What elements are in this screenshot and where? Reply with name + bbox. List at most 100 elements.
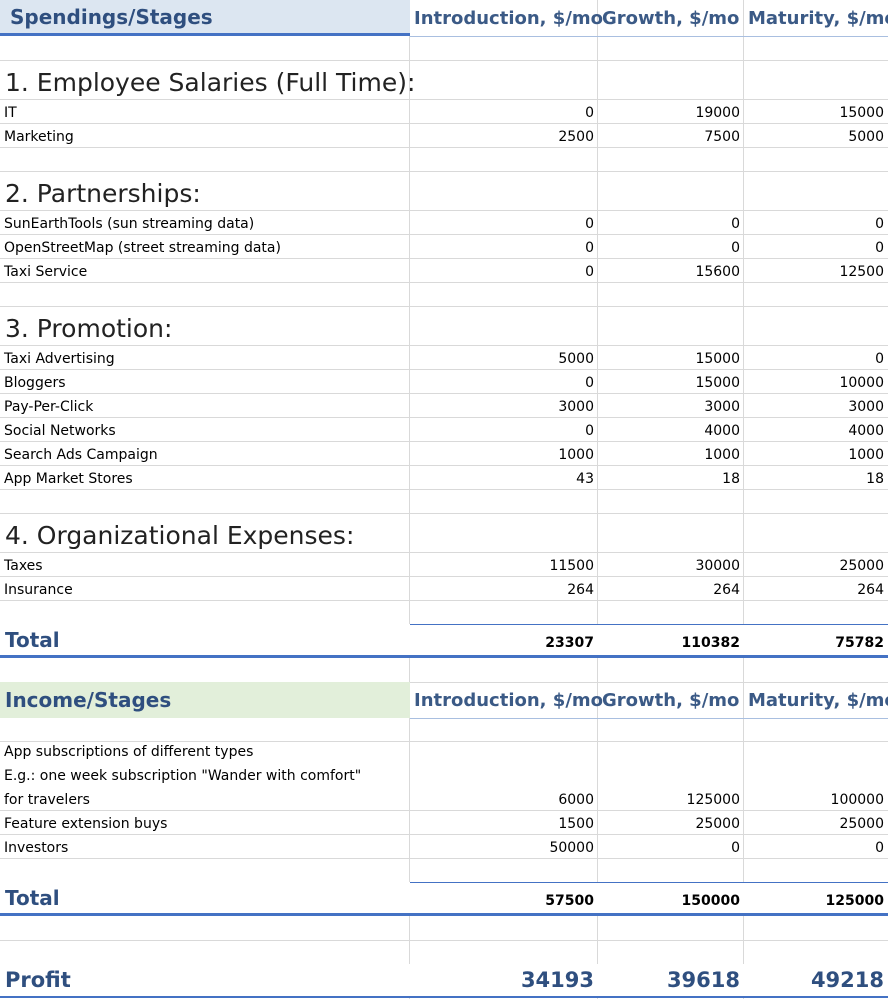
cell-introduction[interactable]: 43 bbox=[410, 465, 598, 489]
section-title-organizational[interactable]: 4. Organizational Expenses: bbox=[0, 513, 410, 552]
row-label[interactable]: Marketing bbox=[0, 123, 410, 147]
profit-maturity[interactable]: 49218 bbox=[744, 964, 888, 998]
row-label[interactable]: SunEarthTools (sun streaming data) bbox=[0, 210, 410, 234]
cell-maturity[interactable]: 100000 bbox=[744, 786, 888, 810]
col-header-maturity[interactable]: Maturity, $/mo bbox=[744, 0, 888, 36]
cell-maturity[interactable]: 12500 bbox=[744, 258, 888, 282]
cell-introduction[interactable]: 3000 bbox=[410, 393, 598, 417]
col-header-maturity[interactable]: Maturity, $/mo bbox=[744, 682, 888, 718]
row-label[interactable]: Taxi Advertising bbox=[0, 345, 410, 369]
cell-maturity[interactable]: 0 bbox=[744, 345, 888, 369]
cell-growth[interactable]: 19000 bbox=[598, 99, 744, 123]
income-header-row: Income/Stages Introduction, $/mo Growth,… bbox=[0, 682, 888, 718]
cell-introduction[interactable]: 11500 bbox=[410, 552, 598, 576]
cell-introduction[interactable]: 0 bbox=[410, 234, 598, 258]
cell-maturity[interactable]: 264 bbox=[744, 576, 888, 600]
row-label[interactable]: Search Ads Campaign bbox=[0, 441, 410, 465]
total-introduction[interactable]: 57500 bbox=[410, 882, 598, 916]
spendings-title[interactable]: Spendings/Stages bbox=[0, 0, 410, 36]
cell-introduction[interactable]: 50000 bbox=[410, 834, 598, 858]
row-label[interactable]: E.g.: one week subscription "Wander with… bbox=[0, 762, 410, 786]
table-row: E.g.: one week subscription "Wander with… bbox=[0, 762, 888, 786]
cell-growth[interactable]: 15600 bbox=[598, 258, 744, 282]
cell-introduction[interactable]: 0 bbox=[410, 258, 598, 282]
cell-growth[interactable]: 18 bbox=[598, 465, 744, 489]
cell-growth[interactable]: 1000 bbox=[598, 441, 744, 465]
cell-growth[interactable]: 4000 bbox=[598, 417, 744, 441]
total-label[interactable]: Total bbox=[0, 882, 410, 916]
cell-maturity[interactable]: 0 bbox=[744, 834, 888, 858]
col-header-growth[interactable]: Growth, $/mo bbox=[598, 0, 744, 36]
divider bbox=[410, 36, 888, 37]
table-row: Search Ads Campaign 1000 1000 1000 bbox=[0, 441, 888, 465]
cell-maturity[interactable]: 10000 bbox=[744, 369, 888, 393]
cell-maturity[interactable]: 4000 bbox=[744, 417, 888, 441]
row-label[interactable]: Bloggers bbox=[0, 369, 410, 393]
cell-maturity[interactable]: 0 bbox=[744, 210, 888, 234]
profit-introduction[interactable]: 34193 bbox=[410, 964, 598, 998]
row-label[interactable]: Pay-Per-Click bbox=[0, 393, 410, 417]
cell-growth[interactable]: 0 bbox=[598, 210, 744, 234]
cell-introduction[interactable]: 0 bbox=[410, 210, 598, 234]
cell-introduction[interactable]: 6000 bbox=[410, 786, 598, 810]
cell-growth[interactable]: 7500 bbox=[598, 123, 744, 147]
profit-label[interactable]: Profit bbox=[0, 964, 410, 998]
col-header-growth[interactable]: Growth, $/mo bbox=[598, 682, 744, 718]
table-row: Bloggers 0 15000 10000 bbox=[0, 369, 888, 393]
section-title-promotion[interactable]: 3. Promotion: bbox=[0, 306, 410, 345]
cell-growth[interactable]: 0 bbox=[598, 834, 744, 858]
cell-introduction[interactable]: 2500 bbox=[410, 123, 598, 147]
cell-introduction[interactable]: 0 bbox=[410, 369, 598, 393]
cell-maturity[interactable]: 0 bbox=[744, 234, 888, 258]
cell-growth[interactable]: 3000 bbox=[598, 393, 744, 417]
table-row: Feature extension buys 1500 25000 25000 bbox=[0, 810, 888, 834]
cell-maturity[interactable]: 18 bbox=[744, 465, 888, 489]
cell-growth[interactable]: 0 bbox=[598, 234, 744, 258]
cell-growth[interactable]: 15000 bbox=[598, 369, 744, 393]
total-maturity[interactable]: 75782 bbox=[744, 624, 888, 658]
cell-growth[interactable]: 25000 bbox=[598, 810, 744, 834]
cell-maturity[interactable]: 1000 bbox=[744, 441, 888, 465]
row-label[interactable]: for travelers bbox=[0, 786, 410, 810]
section-title-salaries[interactable]: 1. Employee Salaries (Full Time): bbox=[0, 60, 415, 99]
table-row: SunEarthTools (sun streaming data) 0 0 0 bbox=[0, 210, 888, 234]
cell-growth[interactable]: 15000 bbox=[598, 345, 744, 369]
cell-introduction[interactable]: 264 bbox=[410, 576, 598, 600]
section-row: 3. Promotion: bbox=[0, 306, 888, 345]
cell-introduction[interactable]: 0 bbox=[410, 417, 598, 441]
total-growth[interactable]: 110382 bbox=[598, 624, 744, 658]
cell-growth[interactable]: 264 bbox=[598, 576, 744, 600]
section-title-partnerships[interactable]: 2. Partnerships: bbox=[0, 171, 410, 210]
row-label[interactable]: Feature extension buys bbox=[0, 810, 410, 834]
total-introduction[interactable]: 23307 bbox=[410, 624, 598, 658]
cell-introduction[interactable]: 5000 bbox=[410, 345, 598, 369]
cell-maturity[interactable]: 15000 bbox=[744, 99, 888, 123]
cell-growth[interactable]: 125000 bbox=[598, 786, 744, 810]
cell-introduction[interactable]: 0 bbox=[410, 99, 598, 123]
total-maturity[interactable]: 125000 bbox=[744, 882, 888, 916]
col-header-introduction[interactable]: Introduction, $/mo bbox=[410, 682, 603, 718]
cell-maturity[interactable]: 25000 bbox=[744, 552, 888, 576]
row-label[interactable]: Taxes bbox=[0, 552, 410, 576]
cell-maturity[interactable]: 25000 bbox=[744, 810, 888, 834]
col-header-introduction[interactable]: Introduction, $/mo bbox=[410, 0, 603, 36]
row-label[interactable]: App subscriptions of different types bbox=[0, 738, 410, 762]
cell-introduction[interactable]: 1000 bbox=[410, 441, 598, 465]
income-title[interactable]: Income/Stages bbox=[0, 682, 410, 718]
total-growth[interactable]: 150000 bbox=[598, 882, 744, 916]
row-label[interactable]: Taxi Service bbox=[0, 258, 410, 282]
row-label[interactable]: IT bbox=[0, 99, 410, 123]
row-label[interactable]: Investors bbox=[0, 834, 410, 858]
table-row: IT 0 19000 15000 bbox=[0, 99, 888, 123]
row-label[interactable]: Insurance bbox=[0, 576, 410, 600]
cell-introduction[interactable]: 1500 bbox=[410, 810, 598, 834]
row-label[interactable]: App Market Stores bbox=[0, 465, 410, 489]
cell-maturity[interactable]: 3000 bbox=[744, 393, 888, 417]
cell-maturity[interactable]: 5000 bbox=[744, 123, 888, 147]
row-label[interactable]: OpenStreetMap (street streaming data) bbox=[0, 234, 410, 258]
row-label[interactable]: Social Networks bbox=[0, 417, 410, 441]
total-label[interactable]: Total bbox=[0, 624, 410, 658]
spendings-total-row: Total 23307 110382 75782 bbox=[0, 624, 888, 658]
profit-growth[interactable]: 39618 bbox=[598, 964, 744, 998]
cell-growth[interactable]: 30000 bbox=[598, 552, 744, 576]
